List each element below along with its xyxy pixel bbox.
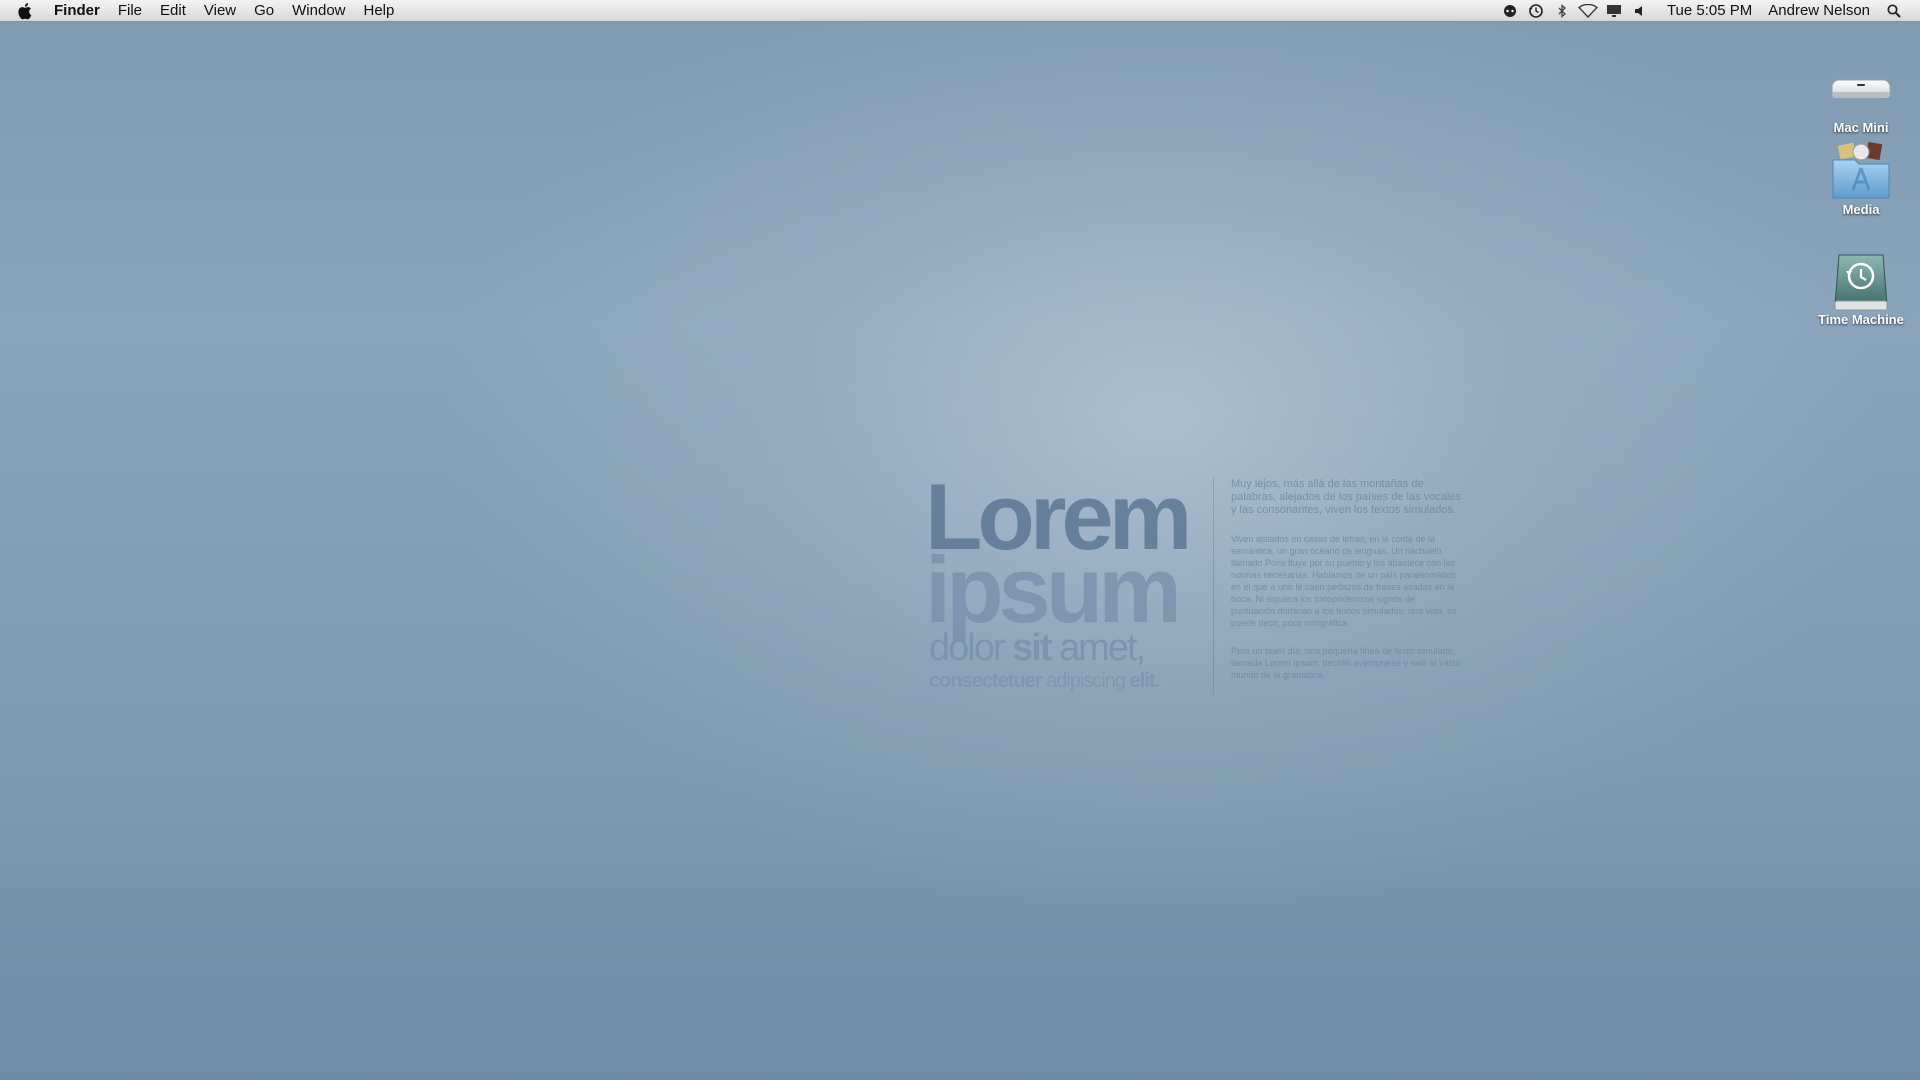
- wallpaper-line-consectetuer: consectetuer adipiscing elit.: [929, 670, 1160, 693]
- fast-user-switch-menu[interactable]: Andrew Nelson: [1762, 2, 1882, 19]
- mac-mini-icon: [1829, 58, 1893, 122]
- desktop-icon-label: Time Machine: [1818, 312, 1904, 327]
- menu-view[interactable]: View: [195, 0, 245, 22]
- desktop-icon-label: Mac Mini: [1833, 120, 1889, 135]
- time-machine-drive-icon: [1829, 250, 1893, 314]
- desktop-icon-time-machine[interactable]: Time Machine: [1806, 250, 1916, 327]
- menu-help[interactable]: Help: [355, 0, 404, 22]
- wallpaper-word-adipiscing: adipiscing: [1046, 670, 1126, 692]
- bluetooth-icon[interactable]: [1549, 0, 1575, 22]
- menu-go[interactable]: Go: [245, 0, 283, 22]
- wallpaper-paragraph-3: Pero un buen día, una pequeña línea de t…: [1231, 646, 1461, 680]
- wallpaper-word-sit: sit: [1012, 627, 1052, 669]
- wallpaper-word-elit: elit.: [1129, 670, 1160, 692]
- wallpaper-divider: [1213, 478, 1214, 694]
- wallpaper-paragraph-1: Muy lejos, más allá de las montañas de p…: [1231, 478, 1461, 516]
- wallpaper-line-dolor: dolor sit amet,: [929, 627, 1146, 670]
- menu-bar: Finder File Edit View Go Window Help Tue…: [0, 0, 1920, 22]
- wallpaper-word-amet: amet,: [1058, 627, 1146, 669]
- menubar-clock[interactable]: Tue 5:05 PM: [1653, 2, 1762, 19]
- spotlight-search-icon[interactable]: [1882, 0, 1906, 22]
- desktop-icon-mac-mini[interactable]: Mac Mini: [1806, 58, 1916, 135]
- applications-folder-icon: [1829, 140, 1893, 204]
- wallpaper-word-consectetuer: consectetuer: [929, 670, 1042, 692]
- menu-window[interactable]: Window: [283, 0, 354, 22]
- wallpaper-paragraph-2: Viven aislados en casas de letras, en la…: [1231, 534, 1457, 628]
- apple-menu-icon[interactable]: [0, 2, 52, 20]
- display-icon[interactable]: [1601, 0, 1627, 22]
- menu-file[interactable]: File: [109, 0, 151, 22]
- time-machine-icon[interactable]: [1523, 0, 1549, 22]
- wifi-icon[interactable]: [1575, 0, 1601, 22]
- menu-edit[interactable]: Edit: [151, 0, 195, 22]
- wallpaper-line-ipsum: ipsum: [925, 537, 1182, 642]
- wallpaper-word-dolor: dolor: [929, 627, 1005, 669]
- volume-icon[interactable]: [1627, 0, 1653, 22]
- desktop-icon-label: Media: [1842, 202, 1880, 217]
- messages-icon[interactable]: [1497, 0, 1523, 22]
- app-menu-finder[interactable]: Finder: [52, 0, 109, 22]
- desktop-icon-media[interactable]: Media: [1806, 140, 1916, 217]
